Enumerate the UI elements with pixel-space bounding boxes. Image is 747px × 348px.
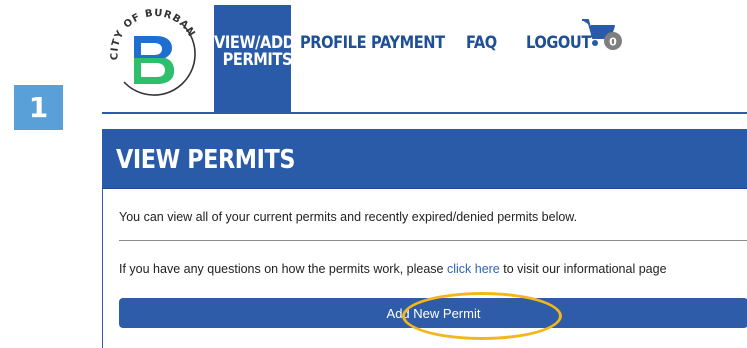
view-permits-header: VIEW PERMITS [102,129,747,189]
cart-icon: 0 [582,19,622,50]
shopping-cart[interactable]: 0 [580,16,622,52]
header-divider [102,112,747,114]
nav-view-add-permits[interactable]: VIEW/ADD PERMITS [214,5,295,112]
questions-prefix: If you have any questions on how the per… [119,262,447,276]
main-navigation: VIEW/ADD PERMITS [214,5,295,112]
nav-profile[interactable]: PROFILE [300,35,367,52]
step-number-badge: 1 [14,85,63,130]
city-of-burbank-logo[interactable]: CITY OF BURBANK [100,0,204,104]
questions-text: If you have any questions on how the per… [119,262,667,276]
add-new-permit-button[interactable]: Add New Permit [119,298,747,328]
page-title: VIEW PERMITS [116,145,296,175]
nav-view-add-line2: PERMITS [222,50,293,70]
content-divider [119,240,747,241]
permits-description: You can view all of your current permits… [119,210,578,224]
click-here-link[interactable]: click here [447,262,500,276]
questions-suffix: to visit our informational page [499,262,667,276]
nav-faq[interactable]: FAQ [466,35,497,52]
nav-payment[interactable]: PAYMENT [371,35,445,52]
burbank-logo-icon: CITY OF BURBANK [100,0,196,96]
view-permits-body: You can view all of your current permits… [102,189,747,348]
cart-count-badge: 0 [609,36,617,49]
